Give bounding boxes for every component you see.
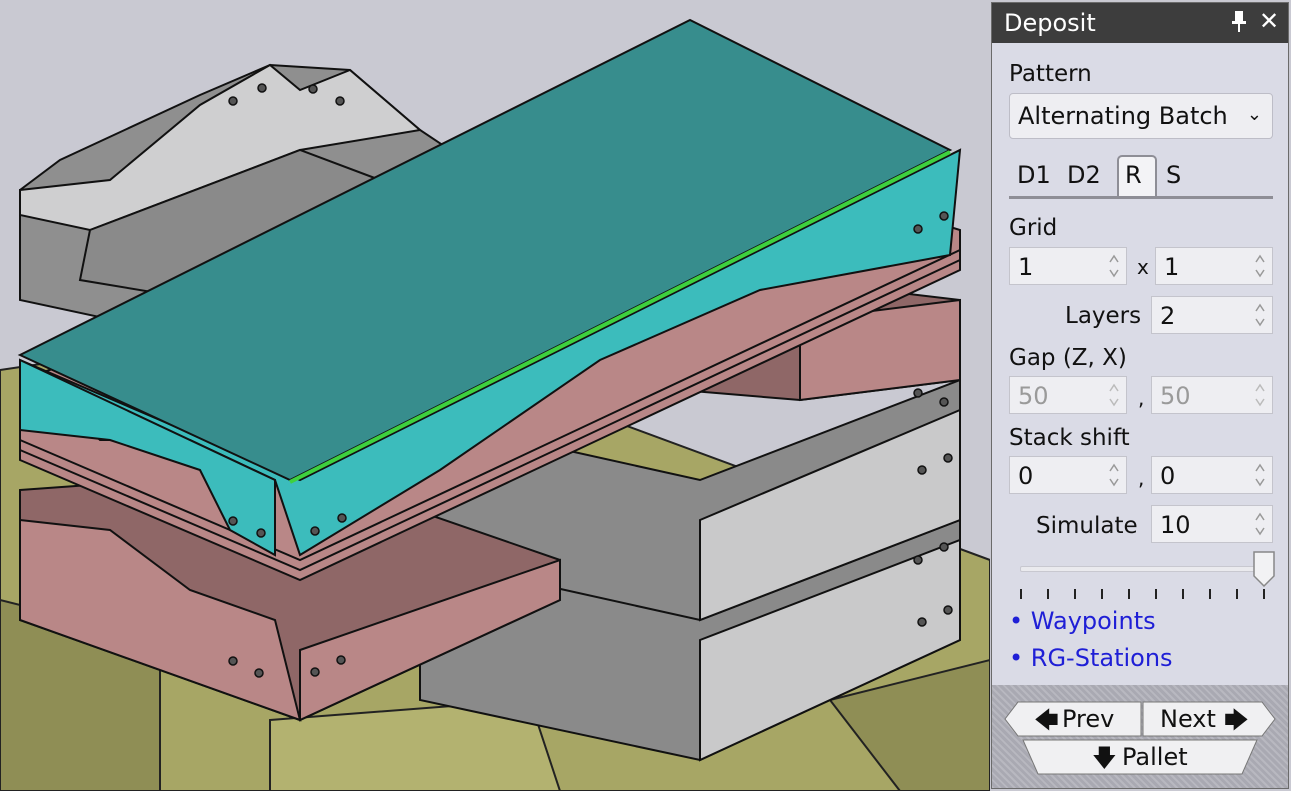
prev-label: Prev (1062, 705, 1115, 733)
simulate-value: 10 (1160, 511, 1191, 539)
grid-x-stepper[interactable]: 1 (1009, 247, 1127, 285)
panel-title: Deposit (1004, 9, 1096, 37)
prev-button[interactable]: 🡄 Prev (1004, 701, 1142, 737)
arrow-right-icon: 🡆 (1224, 706, 1249, 734)
pin-icon[interactable] (1230, 9, 1248, 35)
arrow-down-icon: 🡇 (1092, 744, 1117, 772)
spinner-arrows-icon[interactable] (1254, 510, 1266, 538)
waypoints-link[interactable]: • Waypoints (1009, 607, 1156, 635)
tab-bar: D1 D2 R S (1009, 155, 1273, 201)
simulate-slider-thumb[interactable] (1253, 551, 1275, 587)
shift-b-stepper[interactable]: 0 (1151, 456, 1273, 494)
arrow-left-icon: 🡄 (1034, 706, 1059, 734)
spinner-arrows-icon[interactable] (1254, 381, 1266, 409)
pallet-label: Pallet (1122, 743, 1188, 771)
grid-y-stepper[interactable]: 1 (1155, 247, 1273, 285)
spinner-arrows-icon[interactable] (1108, 461, 1120, 489)
shift-a-value: 0 (1018, 462, 1034, 490)
simulate-slider-track[interactable] (1020, 566, 1268, 572)
tab-r[interactable]: R (1117, 155, 1157, 197)
grid-x-value: 1 (1018, 253, 1034, 281)
spinner-arrows-icon[interactable] (1254, 301, 1266, 329)
simulate-label: Simulate (1036, 513, 1138, 539)
shift-separator: , (1138, 466, 1145, 490)
tab-d1[interactable]: D1 (1017, 161, 1051, 189)
pattern-label: Pattern (1009, 61, 1092, 87)
close-icon[interactable]: ✕ (1259, 7, 1279, 35)
pattern-value: Alternating Batch (1018, 102, 1228, 130)
stack-shift-label: Stack shift (1009, 425, 1130, 451)
grid-y-value: 1 (1164, 253, 1180, 281)
layers-stepper[interactable]: 2 (1151, 296, 1273, 334)
rg-stations-link[interactable]: • RG-Stations (1009, 644, 1173, 672)
chevron-down-icon: ⌄ (1246, 104, 1262, 125)
shift-b-value: 0 (1160, 462, 1176, 490)
gap-x-stepper[interactable]: 50 (1151, 376, 1273, 414)
gap-separator: , (1138, 386, 1145, 410)
stack-scene (0, 18, 990, 791)
next-button[interactable]: Next 🡆 (1142, 701, 1276, 737)
gap-label: Gap (Z, X) (1009, 345, 1127, 371)
spinner-arrows-icon[interactable] (1254, 252, 1266, 280)
layers-label: Layers (1065, 303, 1142, 329)
tab-underline (1009, 196, 1273, 199)
shift-a-stepper[interactable]: 0 (1009, 456, 1127, 494)
tab-d2[interactable]: D2 (1067, 161, 1101, 189)
gap-z-stepper[interactable]: 50 (1009, 376, 1127, 414)
next-label: Next (1160, 705, 1216, 733)
navigation-area: 🡄 Prev Next 🡆 🡇 Pallet (992, 685, 1288, 788)
pallet-button[interactable]: 🡇 Pallet (1022, 739, 1258, 775)
layers-value: 2 (1160, 302, 1176, 330)
deposit-panel: Deposit ✕ Pattern Alternating Batch ⌄ D1… (991, 2, 1289, 789)
gap-z-value: 50 (1018, 382, 1049, 410)
gap-x-value: 50 (1160, 382, 1191, 410)
pattern-dropdown[interactable]: Alternating Batch ⌄ (1009, 93, 1273, 139)
grid-separator: x (1137, 255, 1149, 279)
spinner-arrows-icon[interactable] (1108, 381, 1120, 409)
simulate-stepper[interactable]: 10 (1151, 505, 1273, 543)
panel-titlebar: Deposit ✕ (992, 3, 1288, 43)
spinner-arrows-icon[interactable] (1254, 461, 1266, 489)
spinner-arrows-icon[interactable] (1108, 252, 1120, 280)
tab-s[interactable]: S (1166, 161, 1181, 189)
tab-r-label: R (1125, 161, 1142, 189)
grid-label: Grid (1009, 215, 1058, 241)
slider-ticks (1020, 589, 1265, 599)
